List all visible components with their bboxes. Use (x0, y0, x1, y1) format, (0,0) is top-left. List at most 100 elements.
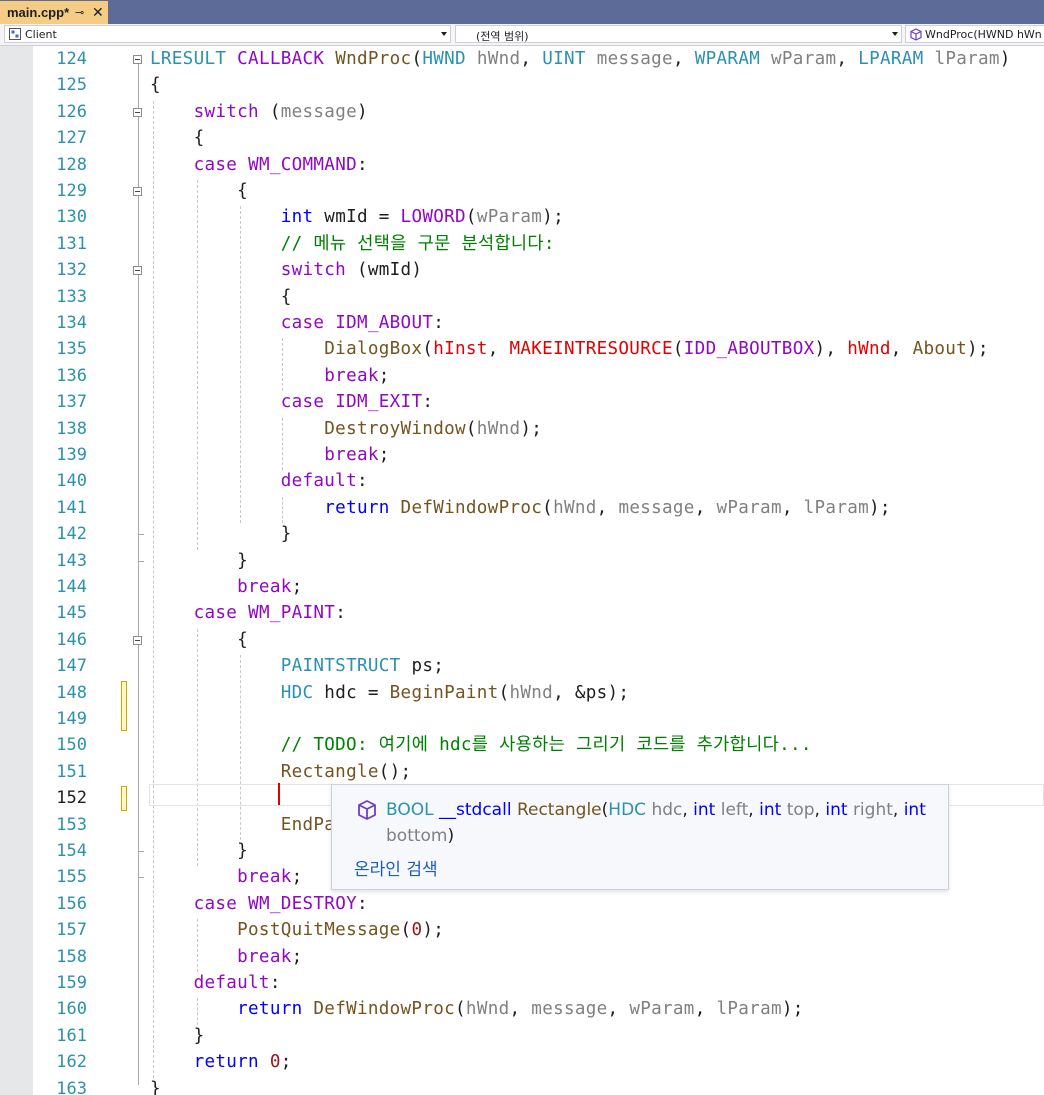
code-line[interactable]: break; (150, 442, 390, 468)
code-line[interactable]: default: (150, 970, 281, 996)
code-line[interactable]: { (150, 125, 205, 151)
line-number: 124 (56, 49, 87, 69)
line-number: 125 (56, 75, 87, 96)
line-number: 139 (56, 445, 87, 465)
code-line[interactable]: PAINTSTRUCT ps; (150, 653, 444, 679)
code-line[interactable]: } (150, 1023, 205, 1049)
code-line[interactable]: LRESULT CALLBACK WndProc(HWND hWnd, UINT… (150, 46, 1011, 72)
collapse-toggle[interactable] (133, 266, 142, 276)
line-number: 144 (56, 577, 87, 597)
line-number: 136 (56, 365, 87, 386)
code-line[interactable]: case WM_PAINT: (150, 600, 346, 626)
code-line[interactable]: return 0; (150, 1049, 292, 1075)
quick-info-tooltip: BOOL __stdcall Rectangle(HDC hdc, int le… (331, 784, 949, 890)
line-number: 152 (56, 788, 87, 809)
line-number: 131 (56, 233, 87, 254)
method-cube-icon (910, 28, 922, 41)
code-line[interactable]: break; (150, 363, 390, 389)
outline-line (138, 196, 139, 267)
line-number: 147 (56, 656, 87, 677)
code-line[interactable]: EndPa (150, 812, 335, 838)
line-number: 163 (56, 1078, 87, 1095)
collapse-toggle[interactable] (133, 55, 142, 64)
chevron-down-icon (441, 32, 447, 36)
function-signature: BOOL __stdcall Rectangle(HDC hdc, int le… (386, 800, 926, 846)
close-icon[interactable]: ✕ (92, 4, 104, 21)
tab-title: main.cpp* (7, 5, 70, 20)
code-line[interactable]: } (150, 548, 248, 574)
code-line[interactable]: DialogBox(hInst, MAKEINTRESOURCE(IDD_ABO… (150, 336, 989, 362)
code-line[interactable]: break; (150, 864, 303, 890)
outline-end-tick (138, 851, 144, 852)
outline-line (138, 644, 139, 1085)
line-number: 143 (56, 550, 87, 571)
online-search-link[interactable]: 온라인 검색 (354, 855, 438, 880)
code-line[interactable]: } (150, 1076, 161, 1095)
scope-dropdown[interactable]: (전역 범위) (455, 25, 902, 43)
line-number: 128 (56, 154, 87, 175)
code-line[interactable]: case WM_COMMAND: (150, 152, 368, 178)
code-line[interactable]: { (150, 72, 161, 98)
code-line[interactable]: { (150, 178, 248, 204)
line-number: 140 (56, 471, 87, 492)
line-number: 158 (56, 946, 87, 967)
code-line[interactable]: case WM_DESTROY: (150, 891, 368, 917)
code-line[interactable]: } (150, 838, 248, 864)
change-marker (121, 680, 127, 732)
collapse-toggle[interactable] (133, 635, 142, 645)
line-number: 162 (56, 1052, 87, 1073)
outline-line (138, 116, 139, 187)
outline-end-tick (138, 877, 144, 879)
code-line[interactable]: int wmId = LOWORD(wParam); (150, 204, 564, 230)
code-line[interactable]: switch (wmId) (150, 257, 422, 283)
chevron-down-icon (892, 32, 898, 36)
project-dropdown[interactable]: Client (4, 25, 451, 43)
code-line[interactable]: case IDM_ABOUT: (150, 310, 444, 336)
code-line[interactable]: } (150, 521, 292, 547)
code-line[interactable]: return DefWindowProc(hWnd, message, wPar… (150, 996, 804, 1022)
collapse-toggle[interactable] (133, 107, 142, 117)
cube-icon (358, 800, 376, 820)
code-editor[interactable]: 124 125 126 127 128 129 130 131 132 133 134 135 136 1… (0, 46, 1044, 1095)
code-line[interactable]: { (150, 627, 248, 653)
line-number: 153 (56, 814, 87, 835)
code-line[interactable]: // 메뉴 선택을 구문 분석합니다: (150, 231, 555, 257)
code-line[interactable]: return DefWindowProc(hWnd, message, wPar… (150, 495, 891, 521)
line-number: 148 (56, 682, 87, 703)
line-number: 126 (56, 101, 87, 122)
code-line[interactable]: // TODO: 여기에 hdc를 사용하는 그리기 코드를 추가합니다... (150, 732, 812, 758)
project-icon (9, 28, 21, 40)
line-number: 150 (56, 735, 87, 756)
line-number: 154 (56, 841, 87, 861)
code-line[interactable]: DestroyWindow(hWnd); (150, 416, 542, 442)
line-number: 151 (56, 761, 87, 782)
code-line[interactable]: break; (150, 944, 303, 970)
change-marker (121, 786, 127, 811)
pin-icon[interactable]: ⊸ (75, 6, 84, 19)
code-line[interactable]: PostQuitMessage(0); (150, 917, 444, 943)
line-number: 149 (56, 709, 87, 729)
line-number: 156 (56, 893, 87, 914)
navigation-bar: Client (전역 범위) WndProc(HWND hWn (0, 24, 1044, 46)
line-number: 146 (56, 629, 87, 650)
line-number: 157 (56, 920, 87, 941)
code-line[interactable]: break; (150, 574, 303, 600)
outline-line (138, 275, 139, 636)
tab-main-cpp[interactable]: main.cpp* ⊸ ✕ (0, 1, 108, 24)
code-line[interactable]: { (150, 284, 292, 310)
line-number: 130 (56, 207, 87, 228)
code-line[interactable]: HDC hdc = BeginPaint(hWnd, &ps); (150, 680, 629, 706)
line-number: 142 (56, 524, 87, 545)
outline-line (138, 64, 139, 108)
code-line[interactable]: Rectangle(); (150, 759, 411, 785)
line-number: 160 (56, 999, 87, 1020)
scope-label: (전역 범위) (476, 30, 529, 43)
code-line[interactable]: case IDM_EXIT: (150, 389, 433, 415)
code-line[interactable]: default: (150, 468, 368, 494)
line-number: 127 (56, 128, 87, 149)
code-line[interactable]: switch (message) (150, 99, 368, 125)
collapse-toggle[interactable] (133, 187, 142, 196)
member-dropdown[interactable]: WndProc(HWND hWn (905, 25, 1044, 43)
line-number: 134 (56, 313, 87, 333)
outline-end-tick (138, 534, 144, 536)
